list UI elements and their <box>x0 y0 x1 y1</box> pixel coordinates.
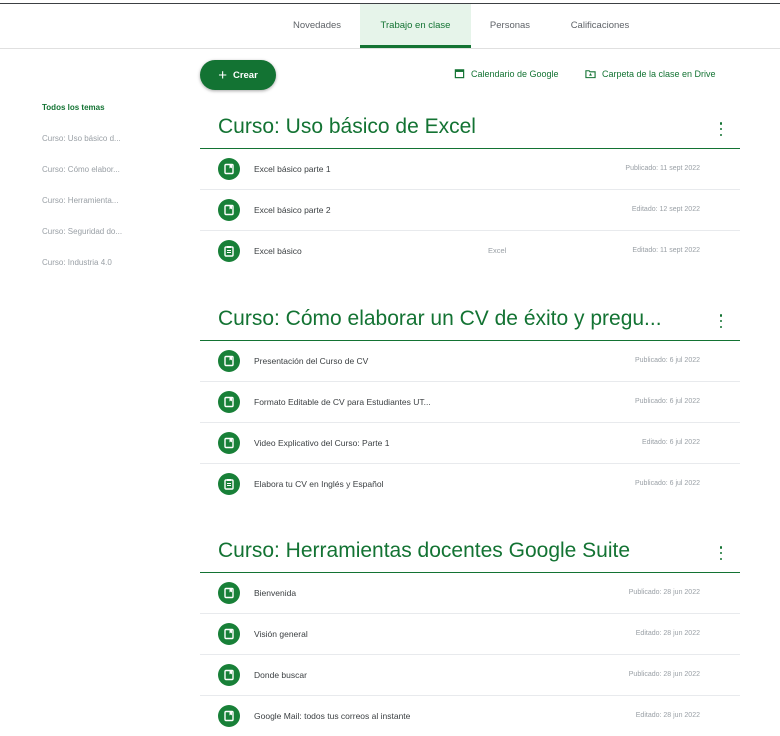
sidebar-item-security[interactable]: Curso: Seguridad do... <box>42 224 182 255</box>
material-icon <box>218 432 240 454</box>
topic-header: Curso: Uso básico de Excel <box>200 104 740 149</box>
item-status: Publicado: 11 sept 2022 <box>625 165 700 172</box>
item-title: Elabora tu CV en Inglés y Español <box>254 479 384 489</box>
item-status: Publicado: 6 jul 2022 <box>635 480 700 487</box>
plus-icon: + <box>218 66 227 84</box>
material-icon <box>218 582 240 604</box>
material-icon <box>218 623 240 645</box>
list-item[interactable]: Video Explicativo del Curso: Parte 1 Edi… <box>200 423 740 464</box>
item-title: Google Mail: todos tus correos al instan… <box>254 711 411 721</box>
topics-sidebar: Todos los temas Curso: Uso básico d... C… <box>42 100 182 286</box>
drive-folder-link[interactable]: Carpeta de la clase en Drive <box>585 68 716 79</box>
sidebar-item-industry[interactable]: Curso: Industria 4.0 <box>42 255 182 286</box>
material-icon <box>218 391 240 413</box>
topic-section: Curso: Herramientas docentes Google Suit… <box>200 528 740 736</box>
tab-trabajo-en-clase[interactable]: Trabajo en clase <box>360 4 471 48</box>
list-item[interactable]: Donde buscar Publicado: 28 jun 2022 <box>200 655 740 696</box>
topic-title[interactable]: Curso: Herramientas docentes Google Suit… <box>218 539 630 563</box>
item-status: Editado: 28 jun 2022 <box>635 630 700 637</box>
item-status: Publicado: 6 jul 2022 <box>635 398 700 405</box>
assignment-icon <box>218 240 240 262</box>
more-options-icon[interactable] <box>718 546 724 560</box>
topic-title[interactable]: Curso: Uso básico de Excel <box>218 115 476 139</box>
topic-header: Curso: Cómo elaborar un CV de éxito y pr… <box>200 296 740 341</box>
item-tag: Excel <box>488 246 507 255</box>
material-icon <box>218 664 240 686</box>
item-status: Publicado: 28 jun 2022 <box>628 671 700 678</box>
item-status: Publicado: 6 jul 2022 <box>635 357 700 364</box>
item-title: Video Explicativo del Curso: Parte 1 <box>254 438 390 448</box>
sidebar-item-google-suite[interactable]: Curso: Herramienta... <box>42 193 182 224</box>
tab-bar: Novedades Trabajo en clase Personas Cali… <box>0 4 780 49</box>
tab-novedades[interactable]: Novedades <box>276 4 358 48</box>
item-title: Presentación del Curso de CV <box>254 356 369 366</box>
material-icon <box>218 705 240 727</box>
item-status: Editado: 12 sept 2022 <box>631 206 700 213</box>
item-status: Editado: 6 jul 2022 <box>642 439 700 446</box>
list-item[interactable]: Excel básico Excel Editado: 11 sept 2022 <box>200 231 740 271</box>
list-item[interactable]: Presentación del Curso de CV Publicado: … <box>200 341 740 382</box>
more-options-icon[interactable] <box>718 314 724 328</box>
material-icon <box>218 158 240 180</box>
material-icon <box>218 199 240 221</box>
more-options-icon[interactable] <box>718 122 724 136</box>
sidebar-item-cv[interactable]: Curso: Cómo elabor... <box>42 162 182 193</box>
list-item[interactable]: Bienvenida Publicado: 28 jun 2022 <box>200 573 740 614</box>
topic-section: Curso: Uso básico de Excel Excel básico … <box>200 104 740 271</box>
list-item[interactable]: Formato Editable de CV para Estudiantes … <box>200 382 740 423</box>
topic-title[interactable]: Curso: Cómo elaborar un CV de éxito y pr… <box>218 307 662 331</box>
drive-folder-label: Carpeta de la clase en Drive <box>602 68 716 79</box>
google-calendar-label: Calendario de Google <box>471 68 559 79</box>
item-title: Excel básico parte 2 <box>254 205 331 215</box>
create-button-label: Crear <box>232 69 258 81</box>
google-calendar-link[interactable]: Calendario de Google <box>454 68 559 79</box>
tab-personas[interactable]: Personas <box>476 4 544 48</box>
list-item[interactable]: Excel básico parte 2 Editado: 12 sept 20… <box>200 190 740 231</box>
topic-section: Curso: Cómo elaborar un CV de éxito y pr… <box>200 296 740 504</box>
sidebar-item-excel[interactable]: Curso: Uso básico d... <box>42 131 182 162</box>
item-status: Editado: 11 sept 2022 <box>632 247 700 254</box>
list-item[interactable]: Excel básico parte 1 Publicado: 11 sept … <box>200 149 740 190</box>
topic-header: Curso: Herramientas docentes Google Suit… <box>200 528 740 573</box>
create-button[interactable]: + Crear <box>200 60 276 90</box>
calendar-icon <box>454 69 465 79</box>
list-item[interactable]: Elabora tu CV en Inglés y Español Public… <box>200 464 740 504</box>
item-title: Donde buscar <box>254 670 307 680</box>
item-status: Publicado: 28 jun 2022 <box>628 589 700 596</box>
tab-calificaciones[interactable]: Calificaciones <box>552 4 648 48</box>
item-title: Excel básico <box>254 246 302 256</box>
item-title: Visión general <box>254 629 308 639</box>
material-icon <box>218 350 240 372</box>
item-title: Bienvenida <box>254 588 297 598</box>
sidebar-item-all-topics[interactable]: Todos los temas <box>42 100 182 131</box>
assignment-icon <box>218 473 240 495</box>
list-item[interactable]: Visión general Editado: 28 jun 2022 <box>200 614 740 655</box>
item-title: Formato Editable de CV para Estudiantes … <box>254 397 431 407</box>
list-item[interactable]: Google Mail: todos tus correos al instan… <box>200 696 740 736</box>
item-title: Excel básico parte 1 <box>254 164 331 174</box>
item-status: Editado: 28 jun 2022 <box>635 712 700 719</box>
drive-folder-icon <box>585 70 596 79</box>
